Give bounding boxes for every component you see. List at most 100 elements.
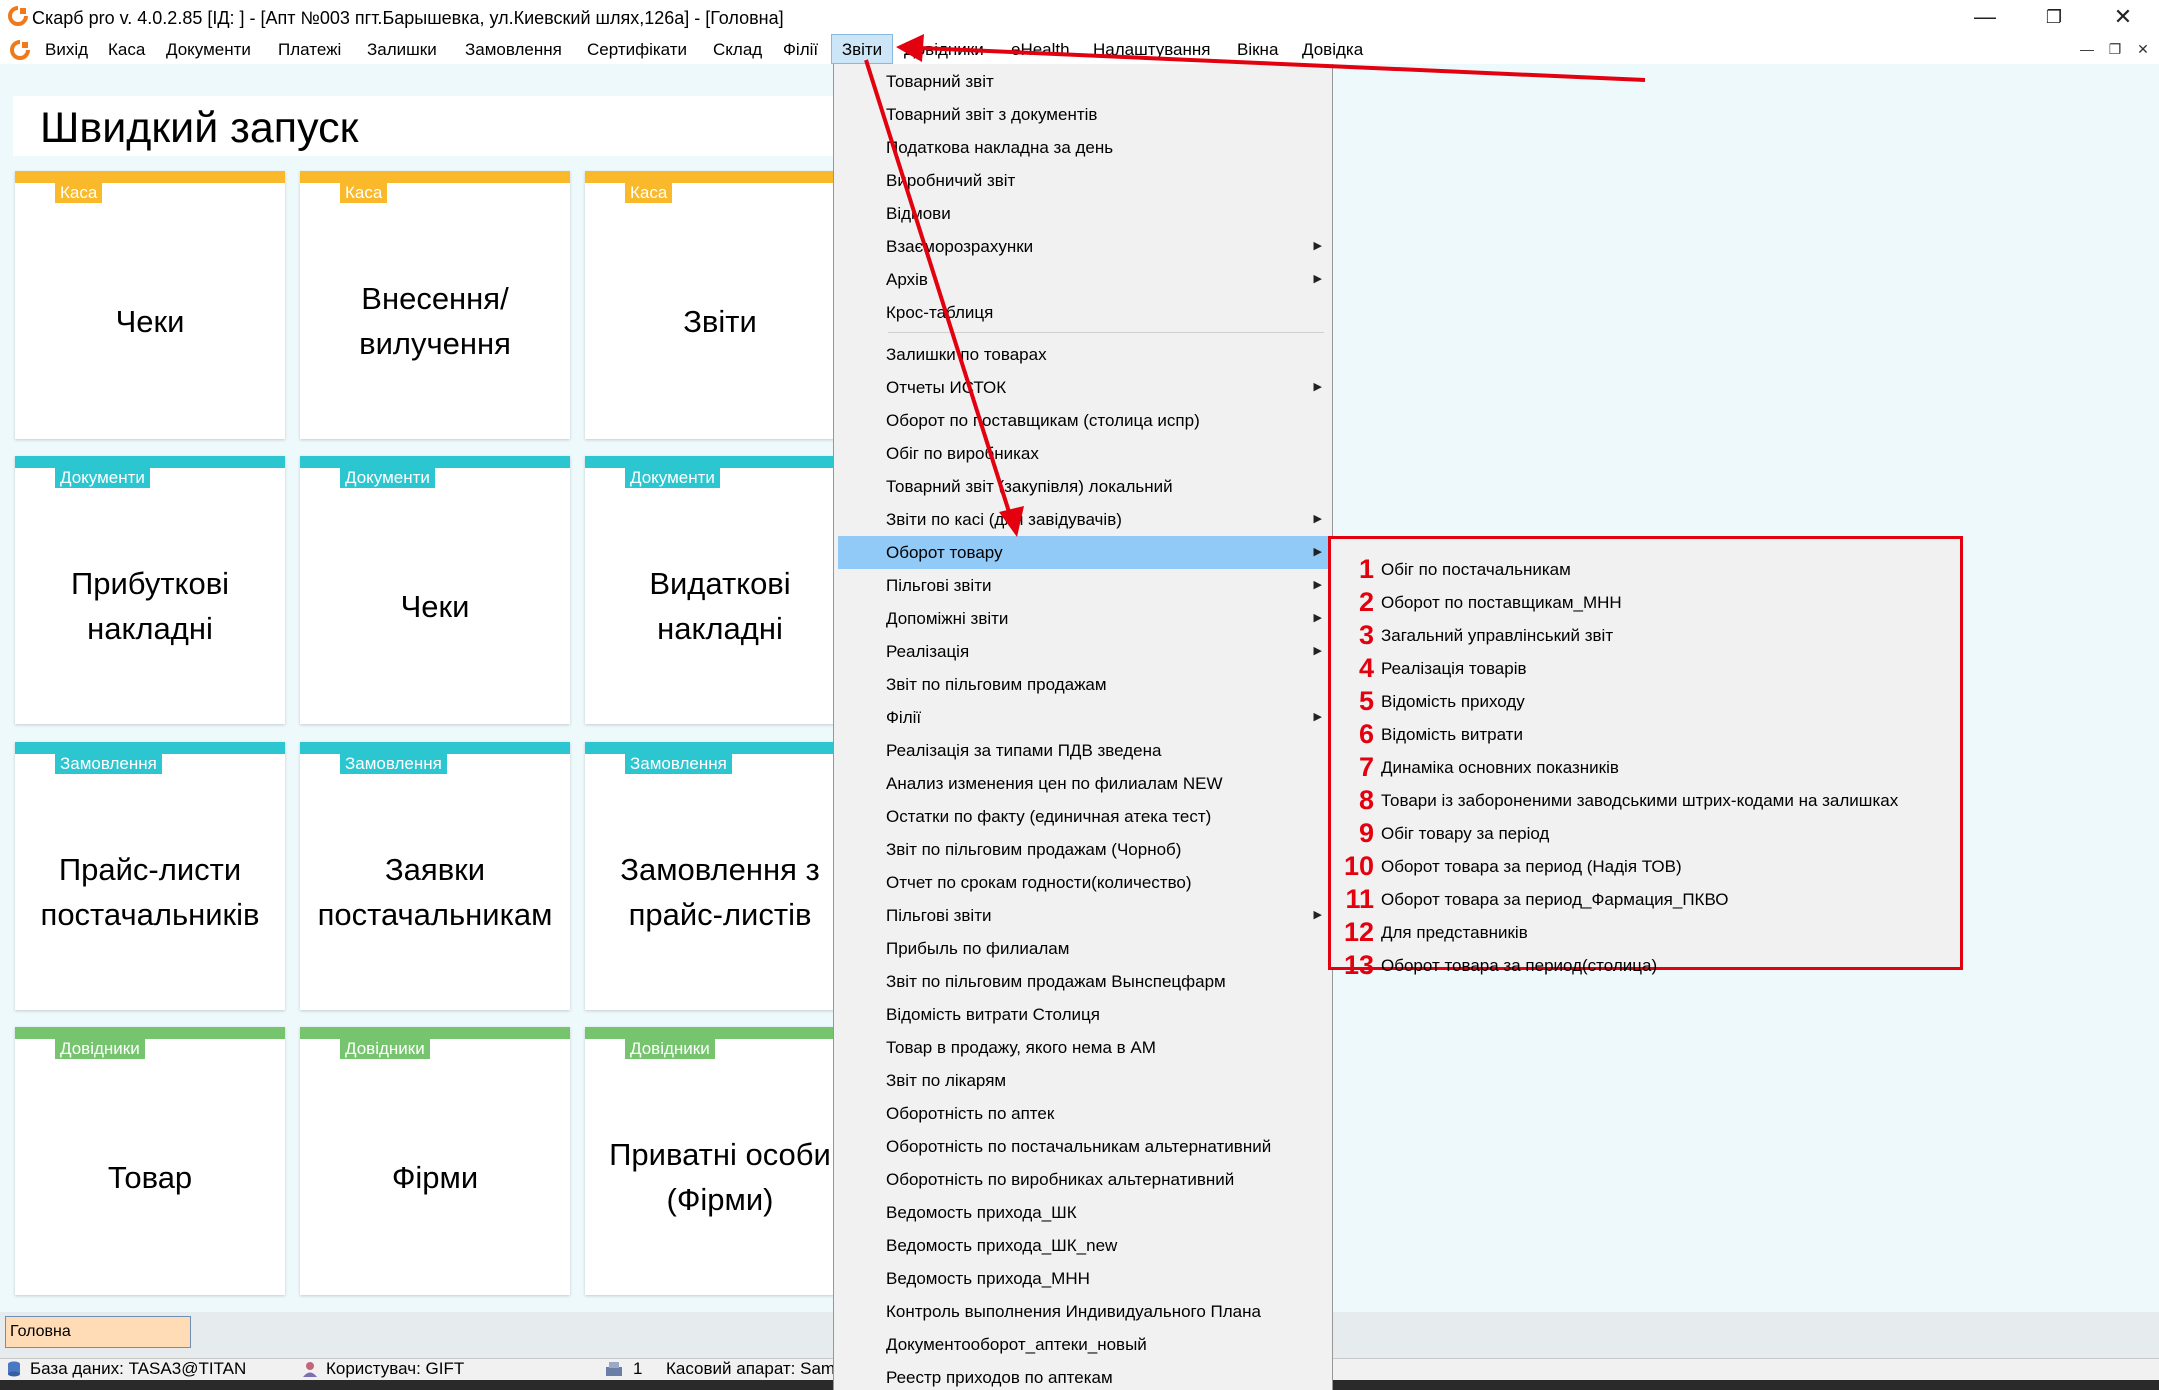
menu-branches[interactable]: Філії — [783, 34, 818, 64]
turnover-submenu-item[interactable]: Оборот товара за период_Фармация_ПКВО — [1381, 883, 1728, 916]
menu-certificates[interactable]: Сертифікати — [587, 34, 687, 64]
reports-menu-item[interactable]: Відомість витрати Столиця — [838, 998, 1328, 1031]
reports-menu-item-label: Відмови — [886, 204, 951, 223]
reports-menu-item[interactable]: Звіт по пільговим продажам (Чорноб) — [838, 833, 1328, 866]
tile-6[interactable]: Документи Видаткові накладні — [585, 456, 855, 724]
tile-label: Чеки — [115, 303, 185, 339]
reports-menu-item[interactable]: Крос-таблиця — [838, 296, 1328, 329]
reports-menu-item[interactable]: Відмови — [838, 197, 1328, 230]
reports-menu-item[interactable]: Реалізація ▶ — [838, 635, 1328, 668]
turnover-submenu-item[interactable]: Оборот по поставщикам_МНН — [1381, 586, 1622, 619]
tile-9[interactable]: Замовлення Замовлення з прайс-листів — [585, 742, 855, 1010]
submenu-item-number: 8 — [1358, 785, 1374, 815]
turnover-submenu-item[interactable]: Для представників — [1381, 916, 1528, 949]
turnover-submenu-item[interactable]: Динаміка основних показників — [1381, 751, 1619, 784]
close-button[interactable]: ✕ — [2088, 0, 2158, 34]
menu-ehealth[interactable]: eHealth — [1011, 34, 1070, 64]
reports-menu-item[interactable]: Отчеты ИСТОК ▶ — [838, 371, 1328, 404]
tile-11[interactable]: Довідники Фірми — [300, 1027, 570, 1295]
reports-menu-item[interactable]: Залишки по товарах — [838, 338, 1328, 371]
app-menu-icon[interactable] — [10, 40, 30, 60]
reports-menu-item[interactable]: Звіт по пільговим продажам Вынспецфарм — [838, 965, 1328, 998]
reports-menu-item[interactable]: Пільгові звіти ▶ — [838, 569, 1328, 602]
reports-menu-item[interactable]: Звіт по лікарям — [838, 1064, 1328, 1097]
reports-menu-item[interactable]: Філії ▶ — [838, 701, 1328, 734]
reports-menu-item[interactable]: Оборот товару ▶ — [838, 536, 1328, 569]
tile-5[interactable]: Документи Чеки — [300, 456, 570, 724]
restore-button[interactable]: ❐ — [2019, 0, 2089, 34]
mdi-close-button[interactable]: ✕ — [2132, 38, 2154, 60]
mdi-minimize-button[interactable]: — — [2076, 38, 2098, 60]
reports-menu-item[interactable]: Документооборот_аптеки_новый — [838, 1328, 1328, 1361]
turnover-submenu-item[interactable]: Загальний управлінський звіт — [1381, 619, 1613, 652]
menu-settings[interactable]: Налаштування — [1093, 34, 1211, 64]
database-icon — [6, 1361, 22, 1377]
tile-12[interactable]: Довідники Приватні особи (Фірми) — [585, 1027, 855, 1295]
menu-orders[interactable]: Замовлення — [465, 34, 562, 64]
reports-menu-item[interactable]: Оборот по поставщикам (столица испр) — [838, 404, 1328, 437]
reports-menu-item[interactable]: Допоміжні звіти ▶ — [838, 602, 1328, 635]
tile-10[interactable]: Довідники Товар — [15, 1027, 285, 1295]
tile-label: Приватні особи (Фірми) — [609, 1137, 831, 1217]
reports-menu-item[interactable]: Податкова накладна за день — [838, 131, 1328, 164]
reports-menu-item[interactable]: Звіт по пільговим продажам — [838, 668, 1328, 701]
reports-menu-item[interactable]: Звіти по касі (для завідувачів) ▶ — [838, 503, 1328, 536]
reports-menu-item[interactable]: Прибыль по филиалам — [838, 932, 1328, 965]
reports-menu-item[interactable]: Ведомость прихода_МНН — [838, 1262, 1328, 1295]
reports-menu-item[interactable]: Архів ▶ — [838, 263, 1328, 296]
submenu-arrow-icon: ▶ — [1313, 909, 1322, 921]
reports-menu-item[interactable]: Товарний звіт — [838, 65, 1328, 98]
reports-menu-item[interactable]: Товар в продажу, якого нема в АМ — [838, 1031, 1328, 1064]
tile-category: Замовлення — [340, 754, 447, 774]
menu-stock[interactable]: Залишки — [367, 34, 437, 64]
menu-help[interactable]: Довідка — [1302, 34, 1363, 64]
reports-menu-item[interactable]: Оборотність по виробниках альтернативний — [838, 1163, 1328, 1196]
turnover-submenu-item[interactable]: Оборот товара за период (Надія ТОВ) — [1381, 850, 1682, 883]
reports-menu-item[interactable]: Ведомость прихода_ШК_new — [838, 1229, 1328, 1262]
tile-1[interactable]: Каса Чеки — [15, 171, 285, 439]
tile-2[interactable]: Каса Внесення/вилучення — [300, 171, 570, 439]
menu-warehouse[interactable]: Склад — [713, 34, 762, 64]
tile-3[interactable]: Каса Звіти — [585, 171, 855, 439]
reports-menu-item[interactable]: Реестр приходов по аптекам — [838, 1361, 1328, 1390]
menu-directories[interactable]: Довідники — [904, 34, 984, 64]
reports-menu-item[interactable]: Товарний звіт з документів — [838, 98, 1328, 131]
reports-menu-item[interactable]: Контроль выполнения Индивидуального План… — [838, 1295, 1328, 1328]
tile-4[interactable]: Документи Прибуткові накладні — [15, 456, 285, 724]
mdi-restore-button[interactable]: ❐ — [2104, 38, 2126, 60]
reports-menu-item[interactable]: Реалізація за типами ПДВ зведена — [838, 734, 1328, 767]
menu-documents[interactable]: Документи — [166, 34, 251, 64]
reports-menu-item[interactable]: Пільгові звіти ▶ — [838, 899, 1328, 932]
turnover-submenu-item[interactable]: Відомість приходу — [1381, 685, 1525, 718]
minimize-button[interactable]: — — [1950, 0, 2020, 34]
menu-windows[interactable]: Вікна — [1237, 34, 1278, 64]
reports-menu-item[interactable]: Ведомость прихода_ШК — [838, 1196, 1328, 1229]
reports-menu-item[interactable]: Остатки по факту (единичная атека тест) — [838, 800, 1328, 833]
reports-menu-item[interactable]: Оборотність по аптек — [838, 1097, 1328, 1130]
turnover-submenu-item[interactable]: Обіг по постачальникам — [1381, 553, 1571, 586]
menu-exit[interactable]: Вихід — [45, 34, 88, 64]
reports-menu-item-label: Крос-таблиця — [886, 303, 994, 322]
turnover-submenu-item[interactable]: Оборот товара за период(столица) — [1381, 949, 1657, 982]
reports-menu-item[interactable]: Взаєморозрахунки ▶ — [838, 230, 1328, 263]
reports-menu-item[interactable]: Виробничий звіт — [838, 164, 1328, 197]
reports-menu-item[interactable]: Анализ изменения цен по филиалам NEW — [838, 767, 1328, 800]
reports-menu-item-label: Пільгові звіти — [886, 576, 992, 595]
menu-payments[interactable]: Платежі — [278, 34, 341, 64]
menu-cash[interactable]: Каса — [108, 34, 145, 64]
tab-main[interactable]: Головна — [5, 1316, 191, 1348]
turnover-submenu-item[interactable]: Обіг товару за період — [1381, 817, 1549, 850]
tile-color-bar — [15, 742, 285, 754]
reports-menu-item[interactable]: Отчет по срокам годности(количество) — [838, 866, 1328, 899]
tile-7[interactable]: Замовлення Прайс-листи постачальників — [15, 742, 285, 1010]
reports-menu-item[interactable]: Обіг по виробниках — [838, 437, 1328, 470]
reports-menu-item[interactable]: Оборотність по постачальникам альтернати… — [838, 1130, 1328, 1163]
reports-menu-item[interactable]: Товарний звіт (закупівля) локальний — [838, 470, 1328, 503]
app-logo-icon[interactable] — [8, 6, 28, 26]
reports-dropdown-menu: Товарний звіт Товарний звіт з документів П… — [833, 64, 1333, 1390]
turnover-submenu-item[interactable]: Реалізація товарів — [1381, 652, 1527, 685]
turnover-submenu-item[interactable]: Відомість витрати — [1381, 718, 1523, 751]
tile-8[interactable]: Замовлення Заявки постачальникам — [300, 742, 570, 1010]
turnover-submenu-item[interactable]: Товари із забороненими заводськими штрих… — [1381, 784, 1898, 817]
menu-reports[interactable]: Звіти — [831, 34, 893, 64]
